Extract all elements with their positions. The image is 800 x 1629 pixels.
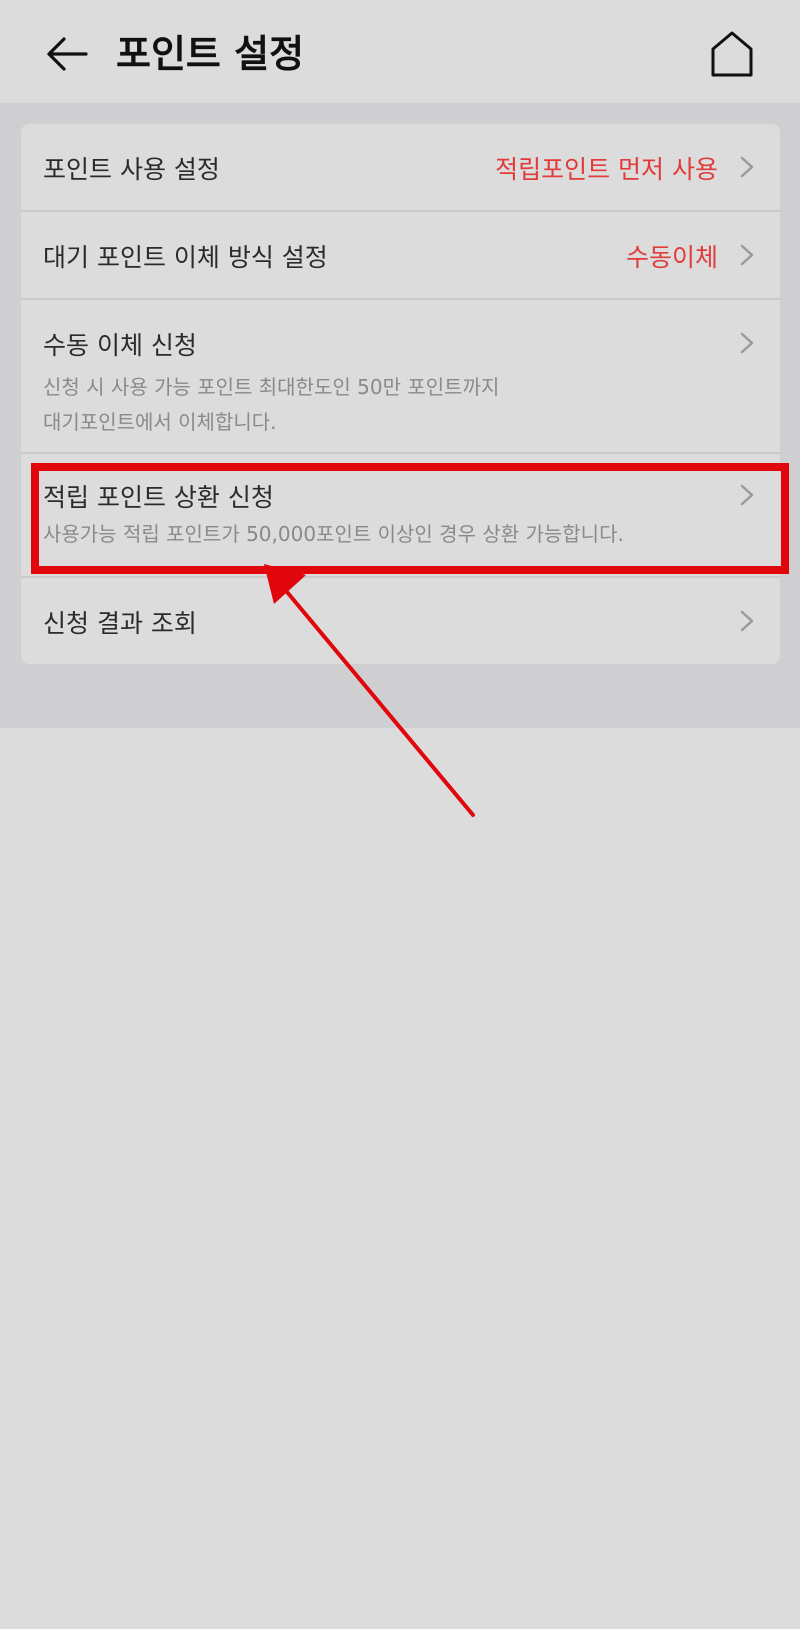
app-header: 포인트 설정: [0, 0, 800, 103]
page-title: 포인트 설정: [116, 32, 305, 76]
chevron-right-icon: [740, 332, 754, 354]
request-result-inquiry-row[interactable]: 신청 결과 조회: [21, 578, 780, 664]
row-title: 포인트 사용 설정: [43, 155, 220, 184]
row-description: 대기포인트에서 이체합니다.: [43, 410, 277, 434]
arrow-left-icon: [47, 37, 88, 71]
chevron-right-icon: [740, 610, 754, 632]
chevron-right-icon: [740, 244, 754, 266]
chevron-right-icon: [740, 156, 754, 178]
manual-transfer-request-row[interactable]: 수동 이체 신청 신청 시 사용 가능 포인트 최대한도인 50만 포인트까지 …: [21, 300, 780, 452]
row-value: 수동이체: [625, 243, 718, 272]
row-title: 신청 결과 조회: [43, 609, 197, 638]
back-button[interactable]: [34, 26, 98, 82]
settings-section: 포인트 사용 설정 적립포인트 먼저 사용 대기 포인트 이체 방식 설정 수동…: [0, 103, 800, 728]
home-icon: [711, 31, 753, 77]
row-description: 사용가능 적립 포인트가 50,000포인트 이상인 경우 상환 가능합니다.: [43, 522, 624, 546]
home-button[interactable]: [704, 26, 760, 82]
row-title: 적립 포인트 상환 신청: [43, 483, 274, 512]
settings-card: 포인트 사용 설정 적립포인트 먼저 사용 대기 포인트 이체 방식 설정 수동…: [21, 124, 780, 664]
accumulated-point-redemption-row[interactable]: 적립 포인트 상환 신청 사용가능 적립 포인트가 50,000포인트 이상인 …: [21, 454, 780, 576]
row-value: 적립포인트 먼저 사용: [495, 155, 718, 184]
point-usage-setting-row[interactable]: 포인트 사용 설정 적립포인트 먼저 사용: [21, 124, 780, 210]
pending-point-transfer-method-row[interactable]: 대기 포인트 이체 방식 설정 수동이체: [21, 212, 780, 298]
row-description: 신청 시 사용 가능 포인트 최대한도인 50만 포인트까지: [43, 375, 500, 399]
chevron-right-icon: [740, 484, 754, 506]
row-title: 수동 이체 신청: [43, 331, 197, 360]
row-title: 대기 포인트 이체 방식 설정: [43, 243, 328, 272]
